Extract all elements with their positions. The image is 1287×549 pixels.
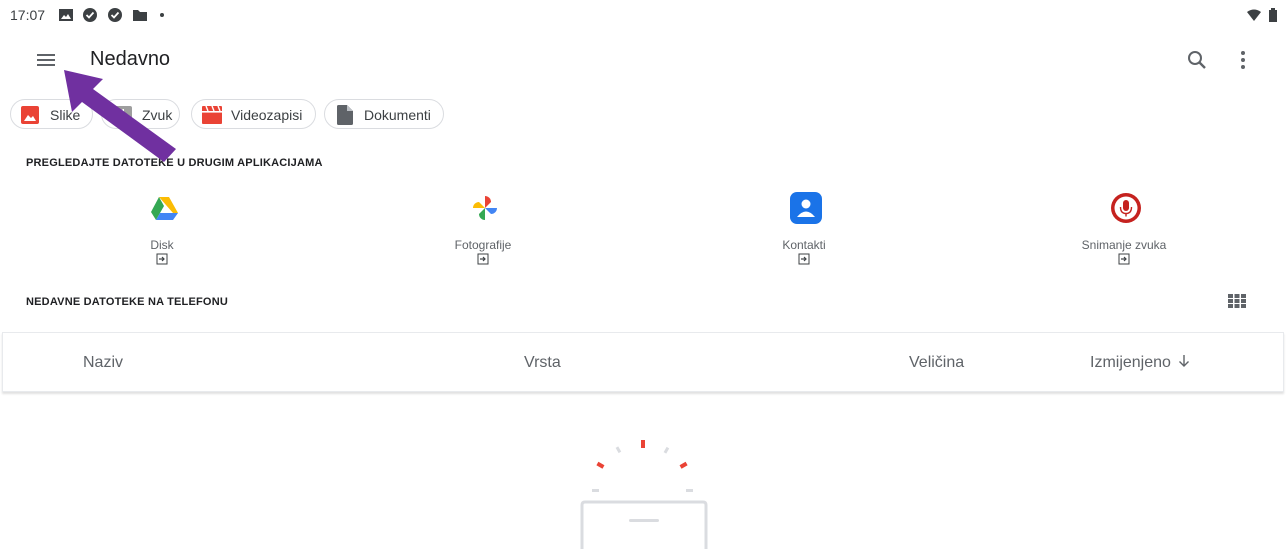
wifi-icon xyxy=(1247,9,1261,21)
menu-icon xyxy=(37,54,55,66)
app-contacts[interactable]: Kontakti xyxy=(724,192,884,272)
chip-videos[interactable]: Videozapisi xyxy=(191,99,316,129)
chip-images[interactable]: Slike xyxy=(10,99,93,129)
column-size[interactable]: Veličina xyxy=(909,354,964,372)
file-table-header: Naziv Vrsta Veličina Izmijenjeno xyxy=(2,332,1284,392)
arrow-down-icon xyxy=(1179,355,1190,367)
menu-button[interactable] xyxy=(28,46,64,74)
open-in-app-icon xyxy=(156,253,168,265)
more-vert-icon xyxy=(1241,51,1245,69)
app-drive[interactable]: Disk xyxy=(82,192,242,272)
recent-files-heading: NEDAVNE DATOTEKE NA TELEFONU xyxy=(26,296,228,308)
audio-icon xyxy=(114,106,132,124)
contacts-icon xyxy=(790,192,822,224)
video-icon xyxy=(202,106,222,124)
column-type[interactable]: Vrsta xyxy=(524,354,561,372)
open-in-app-icon xyxy=(477,253,489,265)
grid-view-icon[interactable] xyxy=(1228,294,1246,308)
open-in-app-icon xyxy=(798,253,810,265)
more-options-button[interactable] xyxy=(1229,46,1257,74)
image-icon xyxy=(21,106,39,124)
document-icon xyxy=(337,105,353,125)
image-icon xyxy=(59,9,73,21)
app-sound-recorder[interactable]: Snimanje zvuka xyxy=(1044,192,1204,272)
app-name: Snimanje zvuka xyxy=(1081,238,1167,252)
chip-documents[interactable]: Dokumenti xyxy=(324,99,444,129)
app-name: Fotografije xyxy=(454,238,512,252)
google-drive-icon xyxy=(151,197,178,220)
search-icon xyxy=(1188,51,1206,69)
chip-label: Slike xyxy=(50,107,81,123)
dot-icon xyxy=(160,13,164,17)
app-photos[interactable]: Fotografije xyxy=(403,192,563,272)
check-circle-icon xyxy=(108,8,122,22)
column-modified-label: Izmijenjeno xyxy=(1090,354,1171,371)
chip-audio[interactable]: Zvuk xyxy=(101,99,180,129)
chip-label: Zvuk xyxy=(142,107,173,123)
app-name: Kontakti xyxy=(782,238,826,252)
google-photos-icon xyxy=(473,196,497,220)
status-bar: 17:07 xyxy=(0,0,1287,30)
chip-label: Dokumenti xyxy=(364,107,431,123)
column-name[interactable]: Naziv xyxy=(83,354,123,372)
folder-icon xyxy=(133,10,147,21)
page-title: Nedavno xyxy=(90,48,171,70)
other-apps-heading: PREGLEDAJTE DATOTEKE U DRUGIM APLIKACIJA… xyxy=(26,157,323,169)
app-name: Disk xyxy=(150,238,174,252)
search-button[interactable] xyxy=(1183,46,1211,74)
chip-label: Videozapisi xyxy=(231,107,303,123)
battery-icon xyxy=(1269,8,1277,22)
sound-recorder-icon xyxy=(1111,193,1141,223)
status-time: 17:07 xyxy=(10,7,46,23)
empty-state-illustration xyxy=(580,440,708,549)
top-app-bar: Nedavno xyxy=(0,30,1287,90)
open-in-app-icon xyxy=(1118,253,1130,265)
column-modified[interactable]: Izmijenjeno xyxy=(1090,354,1190,372)
check-circle-icon xyxy=(83,8,97,22)
